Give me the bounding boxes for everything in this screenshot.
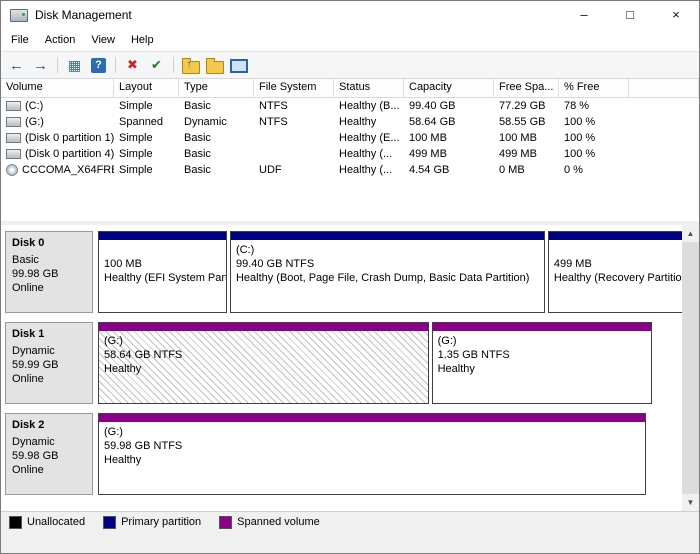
volume-name: (C:) xyxy=(25,100,43,112)
minimize-button[interactable]: – xyxy=(561,1,607,29)
toolbar-separator xyxy=(173,57,174,73)
scroll-down-icon[interactable]: ▼ xyxy=(682,494,699,511)
column-header-volume[interactable]: Volume xyxy=(1,79,114,97)
disk-management-window: Disk Management – □ × File Action View H… xyxy=(0,0,700,554)
volume-name: (G:) xyxy=(25,116,44,128)
menu-bar: File Action View Help xyxy=(1,29,699,51)
legend-item-spanned-volume: Spanned volume xyxy=(219,516,320,529)
partition-box[interactable]: 499 MB Healthy (Recovery Partition) xyxy=(548,231,700,313)
scrollbar-thumb[interactable] xyxy=(682,242,699,494)
disk-info-panel[interactable]: Disk 2 Dynamic 59.98 GB Online xyxy=(5,413,93,495)
window-bottom-strip xyxy=(1,532,699,553)
partition-color-band xyxy=(231,232,544,240)
volume-name: (Disk 0 partition 4) xyxy=(25,148,114,160)
partition-color-band xyxy=(433,323,651,331)
partition-strip: 100 MB Healthy (EFI System Partition) (C… xyxy=(98,231,700,313)
drive-icon xyxy=(6,101,21,111)
toolbar-separator xyxy=(57,57,58,73)
drive-icon xyxy=(6,117,21,127)
table-row[interactable]: (G:) Spanned Dynamic NTFS Healthy 58.64 … xyxy=(1,114,699,130)
partition-strip: (G:) 59.98 GB NTFS Healthy xyxy=(98,413,675,495)
partition-color-band xyxy=(99,414,645,422)
menu-action[interactable]: Action xyxy=(37,31,84,49)
window-title: Disk Management xyxy=(35,8,132,22)
disk-info-panel[interactable]: Disk 0 Basic 99.98 GB Online xyxy=(5,231,93,313)
scroll-up-icon[interactable]: ▲ xyxy=(682,225,699,242)
table-row[interactable]: (Disk 0 partition 1) Simple Basic Health… xyxy=(1,130,699,146)
unallocated-color-swatch xyxy=(9,516,22,529)
console-tree-icon[interactable]: ▦ xyxy=(65,56,84,75)
legend-item-primary-partition: Primary partition xyxy=(103,516,201,529)
properties-icon[interactable]: ✔ xyxy=(147,56,166,75)
column-header-filler xyxy=(629,79,699,97)
toolbar-separator xyxy=(115,57,116,73)
menu-file[interactable]: File xyxy=(3,31,37,49)
partition-box[interactable]: (C:) 99.40 GB NTFS Healthy (Boot, Page F… xyxy=(230,231,545,313)
open-folder-icon[interactable]: ↑ xyxy=(181,56,200,75)
legend-bar: Unallocated Primary partition Spanned vo… xyxy=(1,511,699,532)
partition-color-band xyxy=(549,232,700,240)
column-header-layout[interactable]: Layout xyxy=(114,79,179,97)
partition-color-band xyxy=(99,323,428,331)
graphical-view: Disk 0 Basic 99.98 GB Online 100 MB Heal… xyxy=(1,225,699,511)
close-button[interactable]: × xyxy=(653,1,699,29)
drive-icon xyxy=(6,133,21,143)
legend-item-unallocated: Unallocated xyxy=(9,516,85,529)
partition-color-band xyxy=(99,232,226,240)
volume-name: (Disk 0 partition 1) xyxy=(25,132,114,144)
partition-box-selected[interactable]: (G:) 58.64 GB NTFS Healthy xyxy=(98,322,429,404)
volume-name: CCCOMA_X64FRE... xyxy=(22,164,114,176)
title-bar: Disk Management – □ × xyxy=(1,1,699,29)
disk-row-2: Disk 2 Dynamic 59.98 GB Online (G:) 59.9… xyxy=(5,413,699,495)
display-icon[interactable] xyxy=(229,56,248,75)
column-header-file-system[interactable]: File System xyxy=(254,79,334,97)
window-controls: – □ × xyxy=(561,1,699,29)
toolbar: ← → ▦ ? ✖ ✔ ↑ xyxy=(1,51,699,79)
column-header-type[interactable]: Type xyxy=(179,79,254,97)
partition-box[interactable]: 100 MB Healthy (EFI System Partition) xyxy=(98,231,227,313)
vertical-scrollbar[interactable]: ▲ ▼ xyxy=(682,225,699,511)
disk-info-panel[interactable]: Disk 1 Dynamic 59.99 GB Online xyxy=(5,322,93,404)
column-header-free-space[interactable]: Free Spa... xyxy=(494,79,559,97)
table-row[interactable]: (Disk 0 partition 4) Simple Basic Health… xyxy=(1,146,699,162)
menu-view[interactable]: View xyxy=(83,31,123,49)
column-header-capacity[interactable]: Capacity xyxy=(404,79,494,97)
menu-help[interactable]: Help xyxy=(123,31,162,49)
drive-icon xyxy=(6,149,21,159)
forward-icon[interactable]: → xyxy=(31,56,50,75)
disk-row-0: Disk 0 Basic 99.98 GB Online 100 MB Heal… xyxy=(5,231,699,313)
partition-strip: (G:) 58.64 GB NTFS Healthy (G:) 1.35 GB … xyxy=(98,322,675,404)
partition-box[interactable]: (G:) 59.98 GB NTFS Healthy xyxy=(98,413,646,495)
column-header-status[interactable]: Status xyxy=(334,79,404,97)
primary-partition-color-swatch xyxy=(103,516,116,529)
table-header: Volume Layout Type File System Status Ca… xyxy=(1,79,699,98)
maximize-button[interactable]: □ xyxy=(607,1,653,29)
column-header-pct-free[interactable]: % Free xyxy=(559,79,629,97)
delete-volume-icon[interactable]: ✖ xyxy=(123,56,142,75)
partition-box[interactable]: (G:) 1.35 GB NTFS Healthy xyxy=(432,322,652,404)
disk-row-1: Disk 1 Dynamic 59.99 GB Online (G:) 58.6… xyxy=(5,322,699,404)
help-icon[interactable]: ? xyxy=(89,56,108,75)
volume-list: Volume Layout Type File System Status Ca… xyxy=(1,79,699,221)
table-row[interactable]: (C:) Simple Basic NTFS Healthy (B... 99.… xyxy=(1,98,699,114)
table-row[interactable]: CCCOMA_X64FRE... Simple Basic UDF Health… xyxy=(1,162,699,178)
disk-management-app-icon xyxy=(10,9,28,22)
cd-drive-icon xyxy=(6,164,18,176)
spanned-volume-color-swatch xyxy=(219,516,232,529)
explore-folder-icon[interactable] xyxy=(205,56,224,75)
back-icon[interactable]: ← xyxy=(7,56,26,75)
